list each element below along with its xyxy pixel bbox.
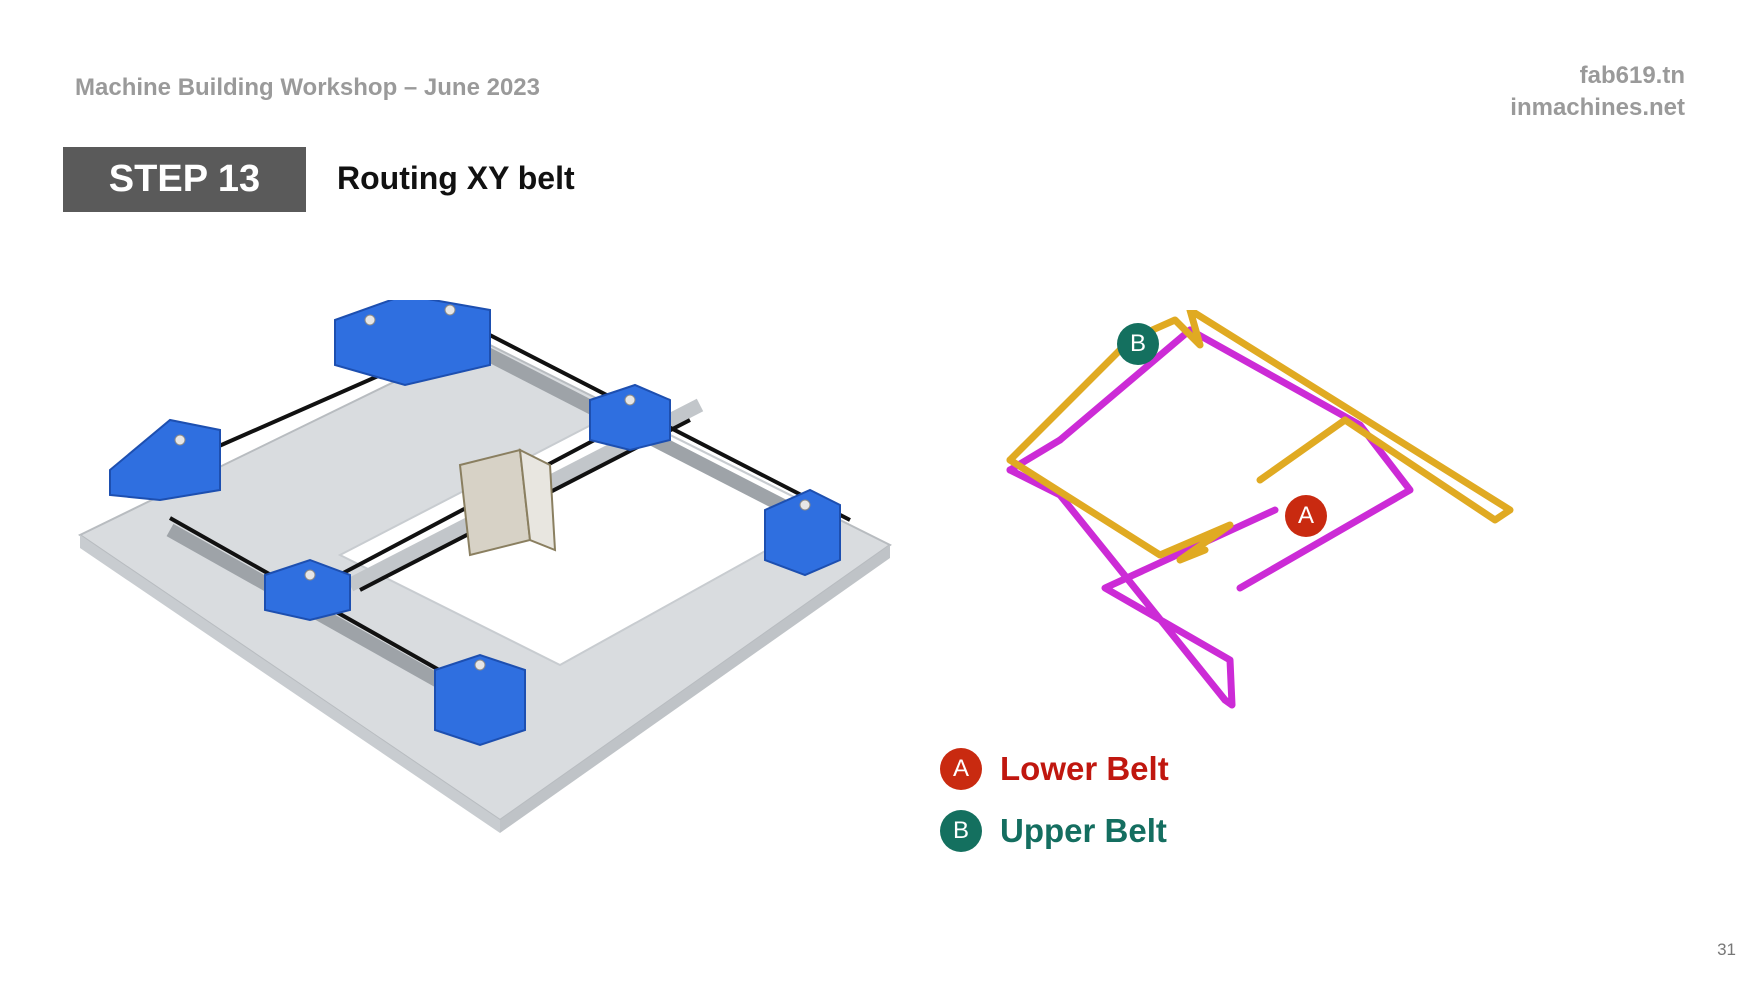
xy-machine-illustration [78,300,892,833]
page-number: 31 [1717,940,1736,959]
website-fab619: fab619.tn [1579,62,1685,89]
legend-label-lower-belt: Lower Belt [1000,750,1169,787]
legend-lower-belt: A Lower Belt [940,748,1169,790]
lower-belt-path-upper [1056,326,1414,592]
lower-belt-path [1006,466,1279,709]
website-inmachines: inmachines.net [1510,94,1685,121]
screw [799,499,811,511]
upper-belt-path-lower [1006,456,1234,564]
legend-marker-b: B [940,810,982,852]
legend-marker-a: A [940,748,982,790]
workshop-title: Machine Building Workshop – June 2023 [75,74,540,101]
tool-carriage [458,448,532,557]
website-links: fab619.tn inmachines.net [1510,60,1685,124]
step-title: Routing XY belt [337,160,575,196]
legend-upper-belt: B Upper Belt [940,810,1169,852]
belt-routing-diagram [1006,310,1514,709]
screw [364,314,376,326]
bracket-left [109,418,221,502]
callout-b-marker: B [1117,323,1159,365]
screw [304,569,316,581]
step-badge: STEP 13 [63,147,306,212]
legend-label-upper-belt: Upper Belt [1000,812,1167,849]
screw [624,394,636,406]
callout-a-marker: A [1285,495,1327,537]
screw [174,434,186,446]
screw [474,659,486,671]
screw [444,304,456,316]
belt-legend: A Lower Belt B Upper Belt [940,748,1169,872]
